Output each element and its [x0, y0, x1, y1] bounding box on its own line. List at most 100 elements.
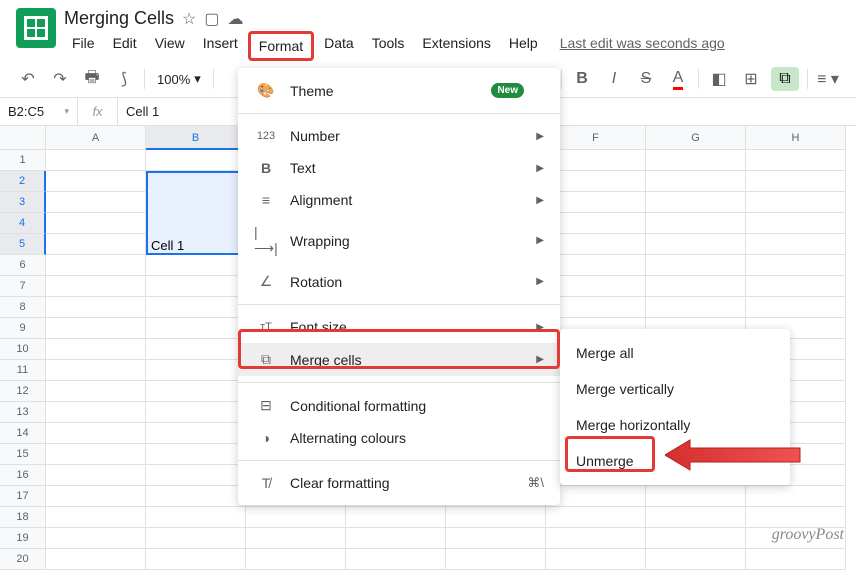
col-header[interactable]: H: [746, 126, 846, 150]
cell[interactable]: [746, 297, 846, 318]
horizontal-align-icon[interactable]: ≡ ▾: [816, 67, 840, 91]
cell[interactable]: [546, 297, 646, 318]
cell[interactable]: [546, 507, 646, 528]
cell[interactable]: [646, 486, 746, 507]
menu-rotation[interactable]: ∠ Rotation ▶: [238, 265, 560, 298]
print-icon[interactable]: 🖶: [80, 67, 104, 91]
cell[interactable]: [746, 234, 846, 255]
cell[interactable]: [146, 360, 246, 381]
cell[interactable]: [746, 486, 846, 507]
row-header[interactable]: 18: [0, 507, 46, 528]
cell[interactable]: [46, 276, 146, 297]
cell[interactable]: [546, 213, 646, 234]
submenu-merge-all[interactable]: Merge all: [560, 335, 790, 371]
cell[interactable]: [646, 297, 746, 318]
undo-icon[interactable]: ↶: [16, 67, 40, 91]
cell[interactable]: [246, 549, 346, 570]
cell[interactable]: [646, 150, 746, 171]
cell[interactable]: [46, 150, 146, 171]
cell[interactable]: [546, 486, 646, 507]
row-header[interactable]: 8: [0, 297, 46, 318]
cell[interactable]: [446, 507, 546, 528]
cell[interactable]: [646, 507, 746, 528]
borders-icon[interactable]: ⊞: [739, 67, 763, 91]
cell[interactable]: [646, 255, 746, 276]
cell[interactable]: [46, 255, 146, 276]
cell[interactable]: [746, 171, 846, 192]
cell[interactable]: [346, 549, 446, 570]
row-header[interactable]: 3: [0, 192, 46, 213]
cell[interactable]: [146, 255, 246, 276]
menu-alignment[interactable]: ≡ Alignment ▶: [238, 184, 560, 216]
row-header[interactable]: 19: [0, 528, 46, 549]
cell[interactable]: [746, 549, 846, 570]
col-header[interactable]: A: [46, 126, 146, 150]
cell[interactable]: [546, 150, 646, 171]
cell[interactable]: [146, 486, 246, 507]
row-header[interactable]: 10: [0, 339, 46, 360]
cell[interactable]: [46, 339, 146, 360]
cell[interactable]: [46, 318, 146, 339]
cell[interactable]: [646, 192, 746, 213]
cell[interactable]: [746, 150, 846, 171]
cell[interactable]: [546, 276, 646, 297]
bold-icon[interactable]: B: [570, 67, 594, 91]
cell[interactable]: [646, 528, 746, 549]
cell[interactable]: [146, 276, 246, 297]
cloud-icon[interactable]: ☁: [228, 9, 244, 29]
row-header[interactable]: 14: [0, 423, 46, 444]
menu-file[interactable]: File: [64, 31, 103, 61]
menu-number[interactable]: 123 Number ▶: [238, 120, 560, 152]
cell[interactable]: [46, 213, 146, 234]
cell[interactable]: [46, 192, 146, 213]
cell[interactable]: [146, 381, 246, 402]
text-color-icon[interactable]: A: [666, 67, 690, 91]
cell[interactable]: [746, 192, 846, 213]
cell[interactable]: [646, 171, 746, 192]
star-icon[interactable]: ☆: [182, 9, 196, 29]
cell[interactable]: [46, 360, 146, 381]
cell[interactable]: [146, 150, 246, 171]
menu-format[interactable]: Format: [248, 31, 314, 61]
cell[interactable]: [646, 276, 746, 297]
menu-alternating-colours[interactable]: ◑ Alternating colours: [238, 422, 560, 454]
paint-format-icon[interactable]: ⟆: [112, 67, 136, 91]
cell[interactable]: [146, 339, 246, 360]
cell[interactable]: [146, 465, 246, 486]
cell[interactable]: [46, 297, 146, 318]
row-header[interactable]: 4: [0, 213, 46, 234]
cell[interactable]: [546, 171, 646, 192]
cell[interactable]: [46, 528, 146, 549]
cell[interactable]: [346, 507, 446, 528]
cell[interactable]: [546, 528, 646, 549]
document-title[interactable]: Merging Cells: [64, 8, 174, 29]
cell[interactable]: [46, 486, 146, 507]
cell[interactable]: [146, 402, 246, 423]
cell-reference[interactable]: B2:C5▾: [0, 98, 78, 125]
cell[interactable]: [446, 528, 546, 549]
row-header[interactable]: 17: [0, 486, 46, 507]
row-header[interactable]: 11: [0, 360, 46, 381]
cell[interactable]: [46, 423, 146, 444]
zoom-select[interactable]: 100% ▾: [153, 71, 205, 87]
menu-conditional-formatting[interactable]: ⊟ Conditional formatting: [238, 389, 560, 422]
cell[interactable]: [46, 507, 146, 528]
menu-wrapping[interactable]: |⟶| Wrapping ▶: [238, 216, 560, 265]
cell[interactable]: [646, 213, 746, 234]
row-header[interactable]: 20: [0, 549, 46, 570]
menu-extensions[interactable]: Extensions: [414, 31, 498, 61]
cell[interactable]: [146, 507, 246, 528]
sheets-logo[interactable]: [16, 8, 56, 48]
cell[interactable]: [546, 549, 646, 570]
last-edit-link[interactable]: Last edit was seconds ago: [560, 31, 725, 61]
cell[interactable]: [746, 276, 846, 297]
cell[interactable]: [646, 549, 746, 570]
cell[interactable]: [46, 549, 146, 570]
cell[interactable]: [146, 297, 246, 318]
cell[interactable]: [46, 444, 146, 465]
cell[interactable]: [246, 507, 346, 528]
menu-edit[interactable]: Edit: [105, 31, 145, 61]
italic-icon[interactable]: I: [602, 67, 626, 91]
submenu-merge-vertically[interactable]: Merge vertically: [560, 371, 790, 407]
col-header[interactable]: B: [146, 126, 246, 150]
